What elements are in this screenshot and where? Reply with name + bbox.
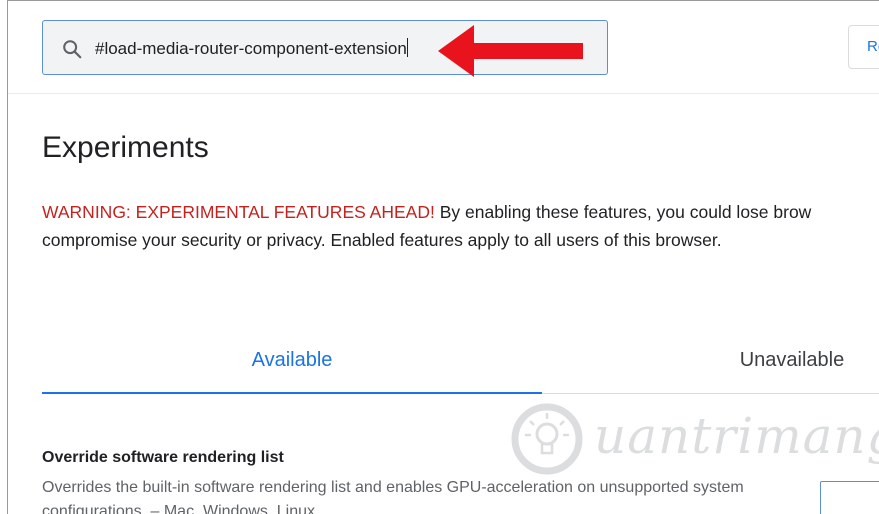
tab-bar: Available Unavailable: [42, 331, 879, 395]
tab-unavailable[interactable]: Unavailable: [542, 331, 879, 391]
search-input[interactable]: #load-media-router-component-extension: [95, 38, 408, 59]
tab-divider: [542, 393, 879, 394]
red-arrow-annotation: [438, 25, 583, 77]
feature-description: Overrides the built-in software renderin…: [42, 479, 744, 514]
warning-body: By enabling these features, you could lo…: [434, 202, 812, 222]
watermark-lightbulb-icon: [511, 403, 583, 475]
watermark-logo: uantrimang: [508, 401, 879, 477]
feature-title: Override software rendering list: [42, 449, 284, 466]
warning-line-2: compromise your security or privacy. Ena…: [42, 230, 722, 250]
search-input-value: #load-media-router-component-extension: [95, 39, 407, 58]
warning-message: WARNING: EXPERIMENTAL FEATURES AHEAD! By…: [42, 198, 879, 254]
feature-state-select[interactable]: [820, 481, 879, 514]
page-title: Experiments: [42, 131, 209, 164]
reset-all-button[interactable]: Re: [848, 25, 879, 69]
text-caret: [406, 38, 408, 57]
watermark-text: uantrimang: [594, 407, 879, 465]
flags-header: #load-media-router-component-extension R…: [8, 1, 879, 94]
active-tab-indicator: [42, 392, 542, 394]
browser-page: #load-media-router-component-extension R…: [7, 0, 879, 514]
warning-prefix: WARNING: EXPERIMENTAL FEATURES AHEAD!: [42, 202, 435, 222]
tab-available[interactable]: Available: [42, 331, 542, 391]
search-icon: [63, 40, 82, 59]
